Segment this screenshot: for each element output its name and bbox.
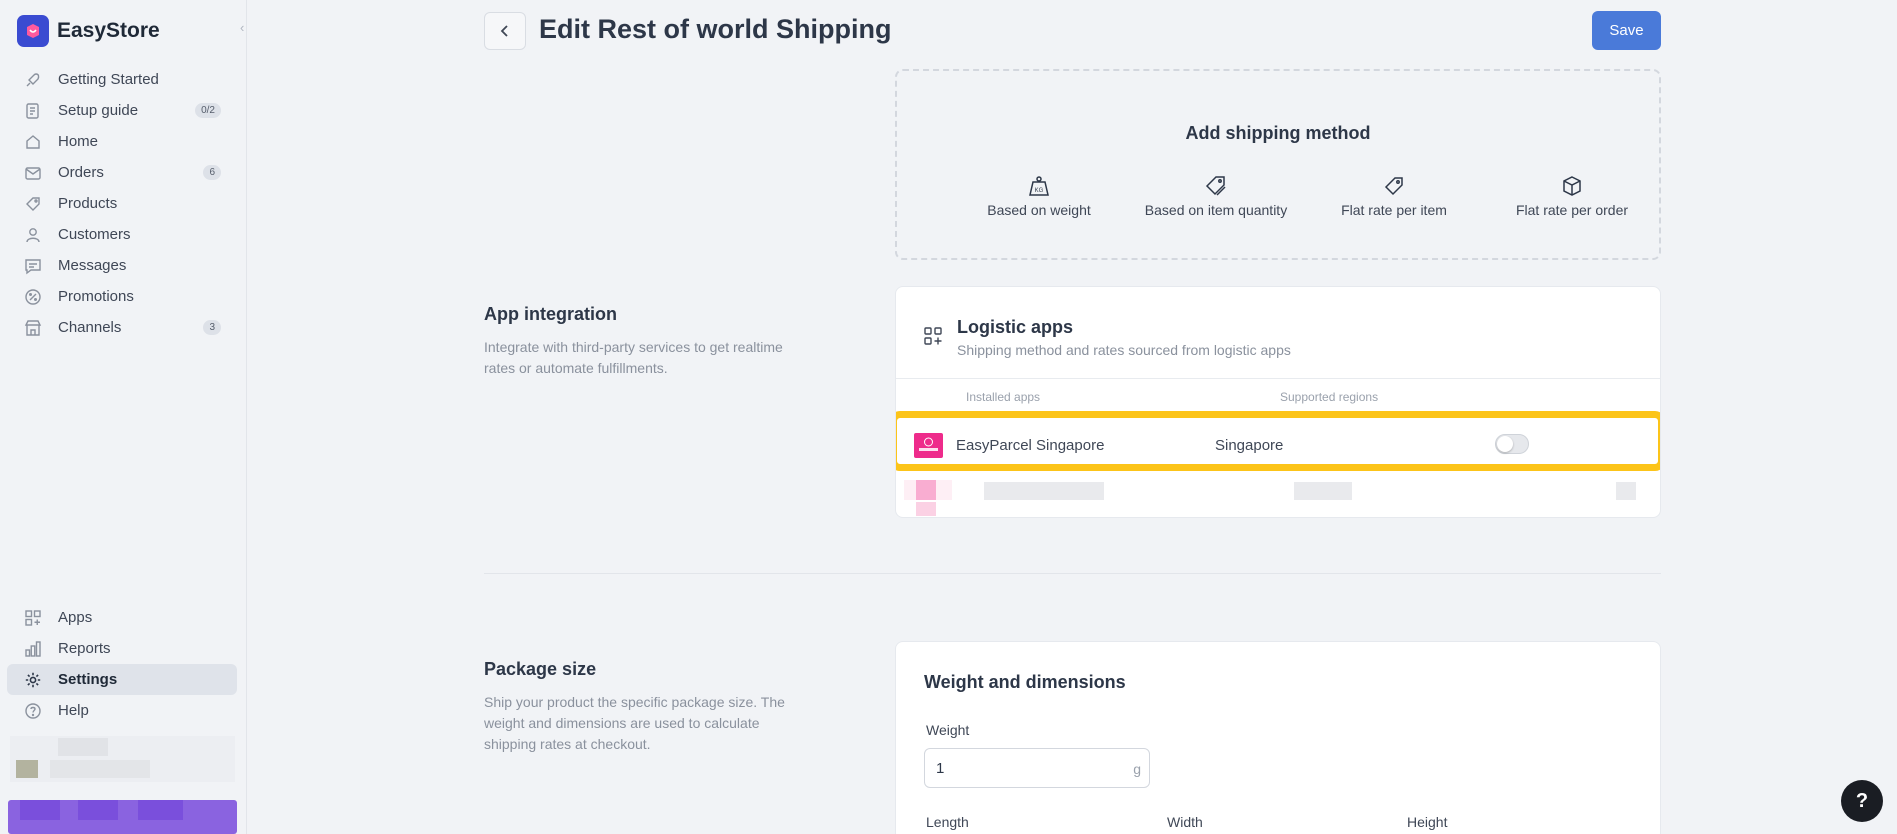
app-row-easyparcel-singapore[interactable]: EasyParcel Singapore Singapore	[896, 411, 1660, 471]
method-label: Flat rate per order	[1515, 202, 1629, 218]
sidebar-item-channels[interactable]: Channels 3	[7, 312, 237, 343]
help-circle-icon	[23, 701, 43, 721]
package-size-title: Package size	[484, 659, 597, 679]
weight-icon: KG	[1029, 176, 1049, 196]
sidebar-item-settings[interactable]: Settings	[7, 664, 237, 695]
logistic-apps-card: Logistic apps Shipping method and rates …	[895, 286, 1661, 518]
app-row-redacted[interactable]	[904, 480, 1654, 517]
section-divider	[484, 573, 1661, 574]
tag-icon	[1384, 177, 1403, 196]
weight-value: 1	[936, 760, 945, 777]
brand[interactable]: EasyStore	[17, 15, 160, 47]
sidebar-item-customers[interactable]: Customers	[7, 219, 237, 250]
tag-icon	[23, 194, 43, 214]
toggle-knob	[1497, 436, 1513, 452]
box-icon	[1563, 176, 1581, 196]
column-header-supported-regions: Supported regions	[1280, 390, 1379, 404]
add-shipping-method-panel: Add shipping method KG Based on weight B…	[895, 69, 1661, 260]
sidebar-item-messages[interactable]: Messages	[7, 250, 237, 281]
weight-dimensions-card: Weight and dimensions Weight 1 g Length …	[895, 641, 1661, 834]
method-label: Based on item quantity	[1144, 202, 1288, 218]
method-flat-rate-per-item[interactable]: Flat rate per item	[1304, 174, 1484, 218]
sidebar-item-label: Messages	[58, 257, 127, 274]
sidebar-item-label: Channels	[58, 319, 122, 336]
sidebar-item-products[interactable]: Products	[7, 188, 237, 219]
easystore-logo-icon	[17, 15, 49, 47]
upgrade-banner-redacted[interactable]	[8, 800, 237, 834]
weight-dimensions-title: Weight and dimensions	[924, 672, 1126, 692]
app-enable-toggle[interactable]	[1495, 434, 1529, 454]
chat-icon	[23, 256, 43, 276]
sidebar-item-label: Home	[58, 133, 99, 150]
height-label: Height	[1407, 814, 1448, 830]
method-label: Based on weight	[987, 202, 1091, 218]
sidebar-nav: Getting Started Setup guide 0/2 Home Ord…	[7, 64, 237, 343]
sidebar-item-home[interactable]: Home	[7, 126, 237, 157]
svg-text:KG: KG	[1035, 188, 1044, 194]
chevron-left-icon	[500, 25, 508, 37]
sidebar-item-apps[interactable]: Apps	[7, 602, 237, 633]
sidebar-bottom-nav: Apps Reports Settings Help	[7, 602, 237, 726]
weight-input[interactable]: 1 g	[924, 748, 1150, 788]
method-flat-rate-per-order[interactable]: Flat rate per order	[1482, 174, 1662, 218]
sidebar-item-label: Setup guide	[58, 102, 139, 119]
count-badge: 0/2	[195, 103, 221, 118]
user-icon	[23, 225, 43, 245]
length-label: Length	[926, 814, 969, 830]
sidebar-item-label: Promotions	[58, 288, 134, 305]
column-header-installed-apps: Installed apps	[966, 390, 1041, 404]
brand-name: EasyStore	[57, 19, 160, 42]
count-badge: 3	[203, 320, 221, 335]
sidebar-item-label: Settings	[58, 671, 118, 688]
sidebar-item-setup-guide[interactable]: Setup guide 0/2	[7, 95, 237, 126]
sidebar-item-label: Products	[58, 195, 118, 212]
page-title: Edit Rest of world Shipping	[539, 14, 892, 44]
weight-label: Weight	[926, 722, 970, 738]
logistic-apps-subtitle: Shipping method and rates sourced from l…	[957, 342, 1291, 358]
sidebar-item-promotions[interactable]: Promotions	[7, 281, 237, 312]
inbox-icon	[23, 163, 43, 183]
app-region: Singapore	[1215, 437, 1284, 454]
save-button[interactable]: Save	[1592, 11, 1661, 50]
add-shipping-method-title: Add shipping method	[1185, 123, 1371, 143]
easyparcel-logo-icon	[914, 433, 943, 458]
tags-icon	[1205, 176, 1226, 196]
rocket-icon	[23, 70, 43, 90]
sidebar-item-label: Reports	[58, 640, 111, 657]
back-button[interactable]	[484, 12, 526, 50]
apps-icon	[23, 608, 43, 628]
app-name: EasyParcel Singapore	[956, 437, 1105, 454]
count-badge: 6	[203, 165, 221, 180]
bar-chart-icon	[23, 639, 43, 659]
account-switcher-redacted[interactable]	[10, 736, 235, 782]
app-integration-title: App integration	[484, 304, 617, 324]
method-label: Flat rate per item	[1341, 202, 1447, 218]
sidebar-item-orders[interactable]: Orders 6	[7, 157, 237, 188]
sidebar-item-label: Customers	[58, 226, 131, 243]
width-label: Width	[1167, 814, 1203, 830]
sidebar-item-label: Orders	[58, 164, 104, 181]
sidebar-item-label: Help	[58, 702, 89, 719]
method-based-on-weight[interactable]: KG Based on weight	[949, 174, 1129, 218]
sidebar-item-label: Apps	[58, 609, 93, 626]
collapse-sidebar-icon[interactable]: ‹	[240, 20, 244, 35]
app-integration-description: Integrate with third-party services to g…	[484, 339, 783, 376]
sidebar-item-help[interactable]: Help	[7, 695, 237, 726]
gear-icon	[23, 670, 43, 690]
weight-unit: g	[1133, 761, 1141, 777]
sidebar-item-label: Getting Started	[58, 71, 159, 88]
method-based-on-item-quantity[interactable]: Based on item quantity	[1126, 174, 1306, 218]
sidebar: EasyStore ‹ Getting Started Setup guide …	[0, 0, 247, 834]
percent-icon	[23, 287, 43, 307]
store-icon	[23, 318, 43, 338]
help-chat-button[interactable]: ?	[1841, 780, 1883, 822]
divider	[896, 378, 1660, 379]
checklist-icon	[23, 101, 43, 121]
logistic-apps-title: Logistic apps	[957, 317, 1074, 337]
sidebar-item-reports[interactable]: Reports	[7, 633, 237, 664]
sidebar-item-getting-started[interactable]: Getting Started	[7, 64, 237, 95]
apps-add-icon	[924, 327, 942, 345]
home-icon	[23, 132, 43, 152]
package-size-description: Ship your product the specific package s…	[484, 694, 785, 752]
